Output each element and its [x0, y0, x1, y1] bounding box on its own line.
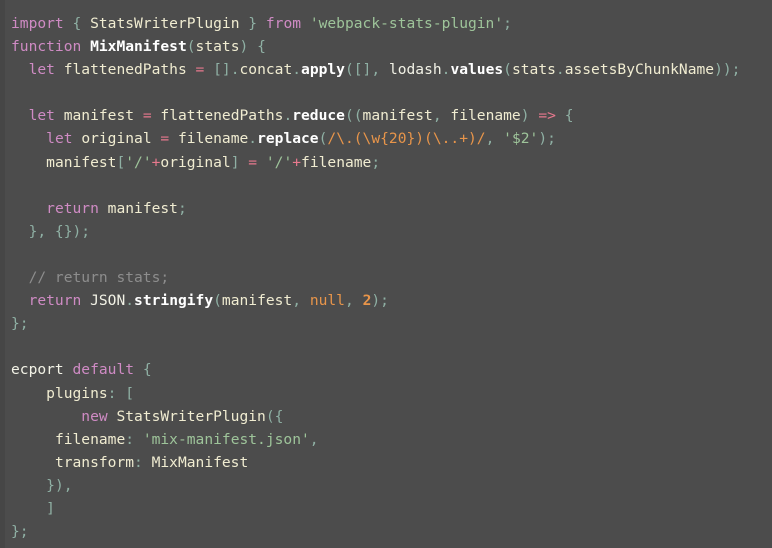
- code-line[interactable]: import { StatsWriterPlugin } from 'webpa…: [11, 12, 772, 35]
- code-line[interactable]: let flattenedPaths = [].concat.apply([],…: [11, 58, 772, 81]
- code-line[interactable]: filename: 'mix-manifest.json',: [11, 428, 772, 451]
- code-line[interactable]: };: [11, 520, 772, 543]
- code-line[interactable]: ecport default {: [11, 358, 772, 381]
- code-line[interactable]: return manifest;: [11, 197, 772, 220]
- code-editor[interactable]: import { StatsWriterPlugin } from 'webpa…: [0, 0, 772, 548]
- code-line[interactable]: let manifest = flattenedPaths.reduce((ma…: [11, 104, 772, 127]
- code-line[interactable]: manifest['/'+original] = '/'+filename;: [11, 151, 772, 174]
- code-line[interactable]: [11, 335, 772, 358]
- code-line[interactable]: [11, 174, 772, 197]
- code-line[interactable]: new StatsWriterPlugin({: [11, 405, 772, 428]
- code-line[interactable]: plugins: [: [11, 382, 772, 405]
- code-line[interactable]: // return stats;: [11, 266, 772, 289]
- code-content[interactable]: import { StatsWriterPlugin } from 'webpa…: [0, 0, 772, 543]
- code-line[interactable]: ]: [11, 497, 772, 520]
- code-line[interactable]: return JSON.stringify(manifest, null, 2)…: [11, 289, 772, 312]
- code-line[interactable]: };: [11, 312, 772, 335]
- code-line[interactable]: transform: MixManifest: [11, 451, 772, 474]
- code-line[interactable]: }, {});: [11, 220, 772, 243]
- code-line[interactable]: [11, 243, 772, 266]
- code-line[interactable]: function MixManifest(stats) {: [11, 35, 772, 58]
- code-line[interactable]: let original = filename.replace(/\.(\w{2…: [11, 127, 772, 150]
- code-line[interactable]: [11, 81, 772, 104]
- code-line[interactable]: }),: [11, 474, 772, 497]
